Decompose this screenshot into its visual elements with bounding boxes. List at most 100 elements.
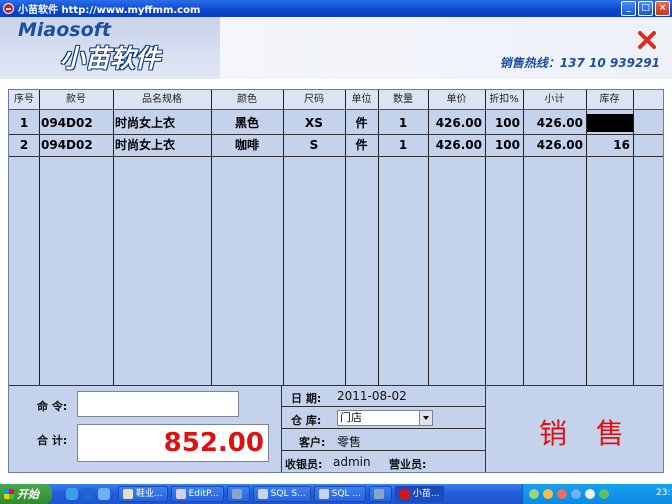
task-button[interactable]: SQL S... bbox=[252, 486, 311, 502]
col-header-color[interactable]: 颜色 bbox=[211, 90, 283, 110]
quick-launch bbox=[66, 488, 110, 500]
sale-mode-label: 销 售 bbox=[539, 417, 634, 450]
task-list: 鞋业... EditP... SQL S... SQL ... 小苗... bbox=[118, 486, 445, 502]
col-header-subtotal[interactable]: 小计 bbox=[523, 90, 586, 110]
cell-discount: 100 bbox=[494, 138, 520, 152]
taskbar: 开始 鞋业... EditP... SQL S... SQL ... 小苗...… bbox=[0, 484, 672, 504]
col-header-discount[interactable]: 折扣% bbox=[485, 90, 523, 110]
cell-color: 咖啡 bbox=[234, 138, 259, 152]
cell-size: XS bbox=[305, 116, 323, 130]
header-banner: Miaosoft 小苗软件 销售热线：137 10 939291 bbox=[0, 17, 672, 79]
date-value: 2011-08-02 bbox=[337, 389, 407, 403]
col-header-price[interactable]: 单价 bbox=[428, 90, 485, 110]
app-icon bbox=[399, 489, 410, 499]
bottom-panel: 命 令: 合 计: 852.00 日 期: 2011-08-02 仓 库: 门店… bbox=[9, 386, 663, 472]
table-row[interactable]: 2 094D02 时尚女上衣 咖啡 S 件 1 426.00 100 426.0… bbox=[9, 134, 663, 156]
warehouse-select[interactable]: 门店 bbox=[337, 410, 433, 426]
col-header-size[interactable]: 尺码 bbox=[283, 90, 345, 110]
system-tray: 23:17 bbox=[522, 484, 672, 504]
sales-grid[interactable]: 序号 款号 品名规格 颜色 尺码 单位 数量 单价 折扣% 小计 库存 1 09… bbox=[9, 90, 663, 386]
command-label: 命 令: bbox=[37, 400, 68, 413]
close-icon[interactable] bbox=[636, 29, 658, 51]
chevron-down-icon[interactable] bbox=[419, 411, 432, 425]
table-row[interactable]: 1 094D02 时尚女上衣 黑色 XS 件 1 426.00 100 426.… bbox=[9, 112, 663, 134]
window-icon bbox=[231, 489, 242, 499]
editor-icon bbox=[175, 489, 186, 499]
cell-discount: 100 bbox=[494, 116, 520, 130]
task-button[interactable] bbox=[368, 486, 392, 502]
task-button[interactable] bbox=[226, 486, 250, 502]
cell-qty: 1 bbox=[398, 116, 408, 130]
window-controls: _ □ × bbox=[621, 1, 670, 16]
cell-price: 426.00 bbox=[435, 116, 482, 130]
cell-stock: 16 bbox=[613, 138, 630, 152]
close-window-button[interactable]: × bbox=[655, 1, 670, 16]
main-panel: 序号 款号 品名规格 颜色 尺码 单位 数量 单价 折扣% 小计 库存 1 09… bbox=[8, 89, 664, 473]
cell-price: 426.00 bbox=[435, 138, 482, 152]
col-header-no[interactable]: 序号 bbox=[9, 90, 39, 110]
cashier-value: admin bbox=[333, 455, 371, 469]
cell-name: 时尚女上衣 bbox=[115, 116, 176, 130]
cell-subtotal: 426.00 bbox=[536, 138, 583, 152]
window-title: 小苗软件 http://www.myffmm.com bbox=[18, 5, 201, 16]
col-header-name[interactable]: 品名规格 bbox=[113, 90, 211, 110]
task-button[interactable]: SQL ... bbox=[313, 486, 366, 502]
date-label: 日 期: bbox=[291, 392, 322, 405]
col-header-unit[interactable]: 单位 bbox=[345, 90, 378, 110]
brand-chinese: 小苗软件 bbox=[60, 44, 161, 73]
app-icon bbox=[3, 3, 14, 14]
tray-icon[interactable] bbox=[543, 489, 553, 499]
clock[interactable]: 23:17 bbox=[656, 488, 672, 498]
tray-icon[interactable] bbox=[529, 489, 539, 499]
task-button[interactable]: EditP... bbox=[170, 486, 224, 502]
window-titlebar[interactable]: 小苗软件 http://www.myffmm.com _ □ × bbox=[0, 0, 672, 17]
ie-icon[interactable] bbox=[82, 488, 94, 500]
minimize-button[interactable]: _ bbox=[621, 1, 636, 16]
window-icon bbox=[373, 489, 384, 499]
task-label: SQL S... bbox=[270, 489, 306, 499]
command-input[interactable] bbox=[77, 391, 239, 417]
cell-name: 时尚女上衣 bbox=[115, 138, 176, 152]
window-icon bbox=[123, 489, 133, 499]
sales-hotline: 销售热线：137 10 939291 bbox=[499, 56, 660, 70]
task-button-active[interactable]: 小苗... bbox=[394, 486, 445, 502]
cashier-label: 收银员: bbox=[285, 458, 323, 471]
cell-no: 2 bbox=[19, 138, 29, 152]
grid-header: 序号 款号 品名规格 颜色 尺码 单位 数量 单价 折扣% 小计 库存 bbox=[9, 90, 663, 110]
task-label: 小苗... bbox=[412, 489, 440, 499]
tray-icon[interactable] bbox=[571, 489, 581, 499]
database-icon bbox=[257, 489, 268, 499]
cell-qty: 1 bbox=[398, 138, 408, 152]
media-icon[interactable] bbox=[98, 488, 110, 500]
customer-label: 客户: bbox=[299, 436, 326, 449]
cell-unit: 件 bbox=[355, 138, 368, 152]
tray-icon[interactable] bbox=[585, 489, 595, 499]
cell-stock-selected[interactable] bbox=[587, 114, 633, 132]
windows-logo-icon bbox=[4, 489, 14, 499]
tray-icon[interactable] bbox=[599, 489, 609, 499]
customer-value: 零售 bbox=[337, 435, 362, 449]
brand-english: Miaosoft bbox=[18, 19, 112, 41]
cell-code: 094D02 bbox=[41, 116, 93, 130]
cell-subtotal: 426.00 bbox=[536, 116, 583, 130]
col-header-stock[interactable]: 库存 bbox=[586, 90, 633, 110]
start-label: 开始 bbox=[17, 488, 39, 501]
cell-size: S bbox=[309, 138, 319, 152]
cell-unit: 件 bbox=[355, 116, 368, 130]
cell-color: 黑色 bbox=[234, 116, 259, 130]
task-label: EditP... bbox=[188, 489, 219, 499]
task-label: SQL ... bbox=[331, 489, 361, 499]
task-button[interactable]: 鞋业... bbox=[118, 486, 168, 502]
desktop-icon[interactable] bbox=[66, 488, 78, 500]
tray-icon[interactable] bbox=[557, 489, 567, 499]
maximize-button[interactable]: □ bbox=[638, 1, 653, 16]
col-header-qty[interactable]: 数量 bbox=[378, 90, 428, 110]
warehouse-label: 仓 库: bbox=[291, 414, 322, 427]
task-label: 鞋业... bbox=[136, 489, 163, 499]
cell-code: 094D02 bbox=[41, 138, 93, 152]
cell-no: 1 bbox=[19, 116, 29, 130]
col-header-code[interactable]: 款号 bbox=[39, 90, 113, 110]
start-button[interactable]: 开始 bbox=[0, 484, 52, 504]
salesperson-label: 营业员: bbox=[389, 458, 427, 471]
database-icon bbox=[318, 489, 329, 499]
